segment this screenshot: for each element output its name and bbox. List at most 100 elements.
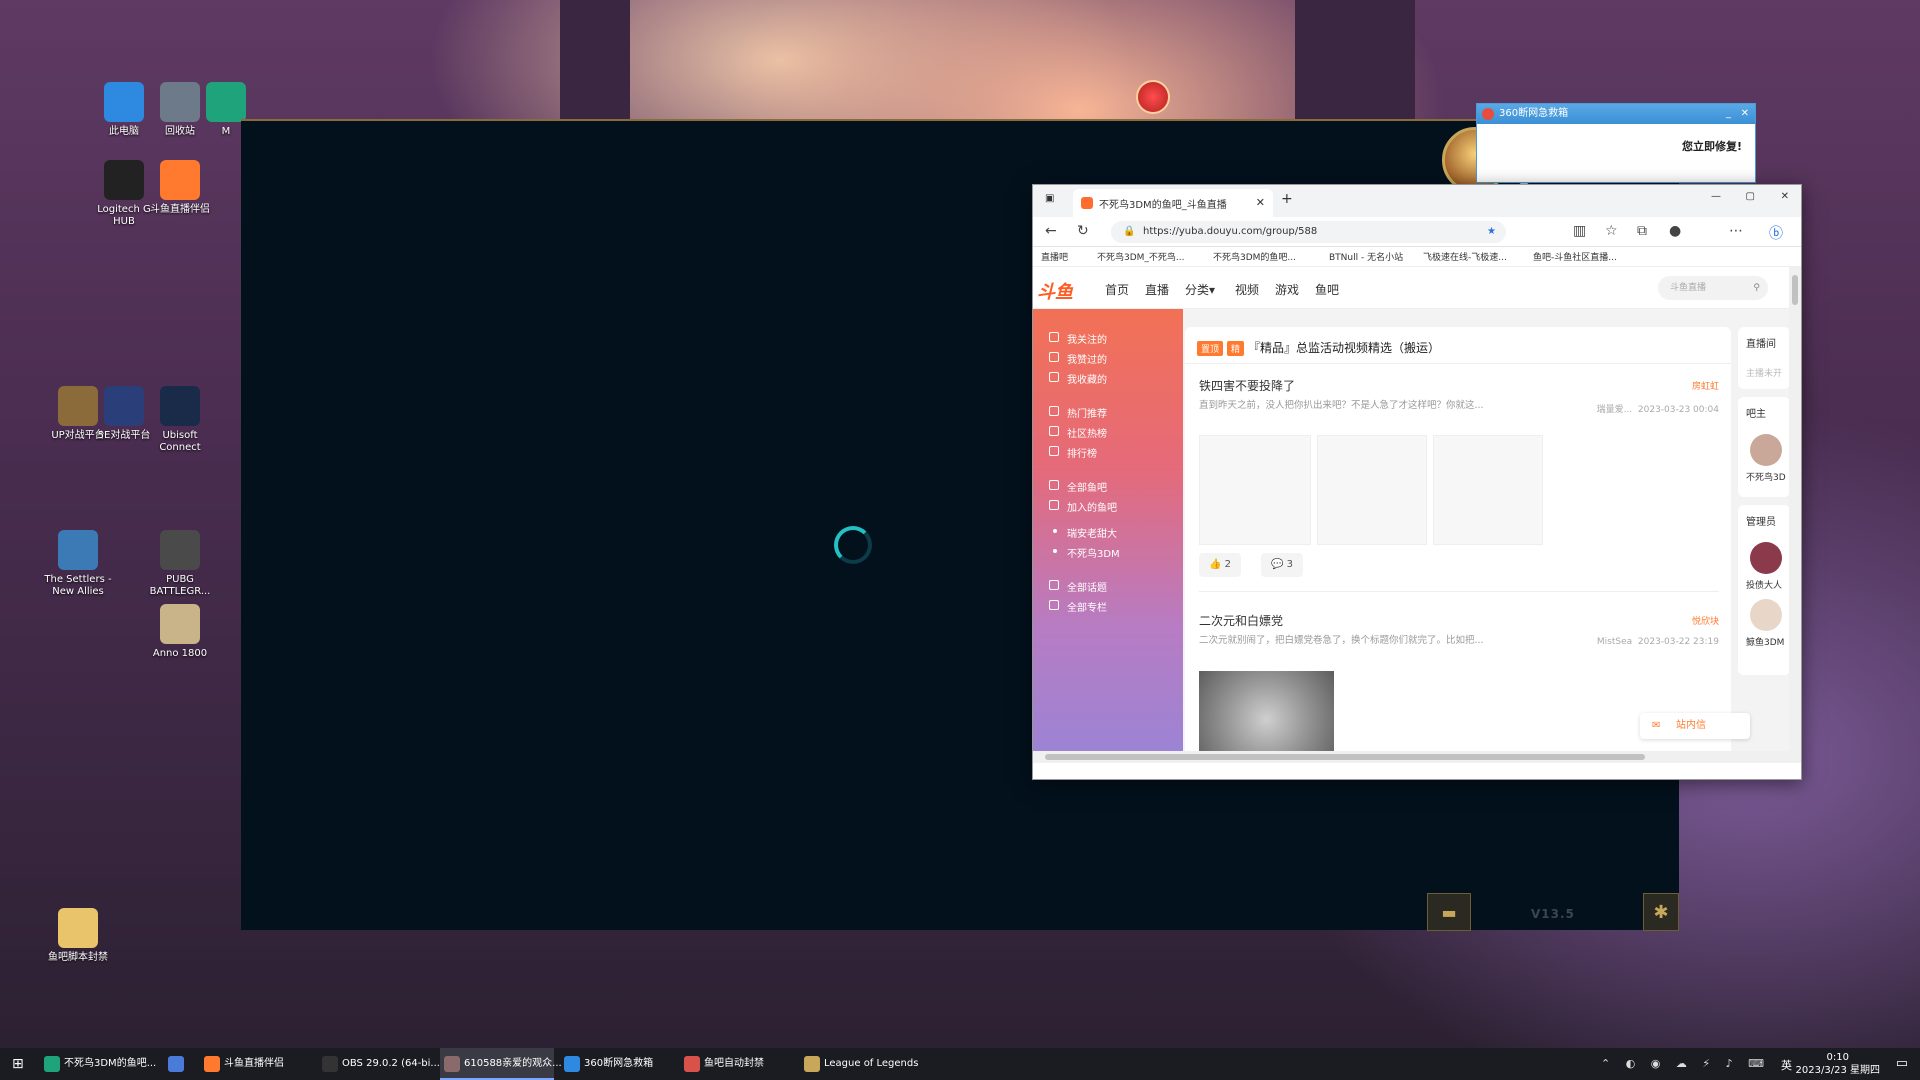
site-message-button[interactable]: ✉ 站内信 [1640,713,1750,739]
nav-game[interactable]: 游戏 [1275,281,1299,298]
admin-name[interactable]: 鲸鱼3DM [1746,635,1789,648]
avatar[interactable] [1750,599,1782,631]
popup-360-minimize-button[interactable]: _ [1726,104,1731,124]
avatar[interactable] [1750,434,1782,466]
system-tray[interactable]: ⌃ ◐ ◉ ☁ ⚡ ♪ ⌨ [1601,1057,1770,1070]
tab-title: 不死鸟3DM的鱼吧_斗鱼直播 [1099,200,1227,211]
nav-category[interactable]: 分类▾ [1185,281,1215,298]
taskbar-app[interactable]: OBS 29.0.2 (64-bi... [318,1048,440,1080]
vertical-scrollbar[interactable] [1789,267,1801,763]
notification-icon[interactable]: ▭ [1896,1056,1908,1071]
nav-live[interactable]: 直播 [1145,281,1169,298]
window-maximize-button[interactable]: ▢ [1746,191,1755,202]
nav-home[interactable]: 首页 [1105,281,1129,298]
tab-actions-icon[interactable]: ▣ [1045,193,1054,204]
post-photo[interactable] [1199,671,1334,759]
browser-tab[interactable]: 不死鸟3DM的鱼吧_斗鱼直播 ✕ [1073,189,1273,217]
clock[interactable]: 0:10 2023/3/23 星期四 [1796,1051,1880,1077]
sidebar-item[interactable]: 排行榜 [1067,445,1097,460]
new-tab-button[interactable]: + [1281,191,1293,207]
post-author[interactable]: 悦欣块 [1597,614,1719,627]
scroll-thumb[interactable] [1792,275,1798,305]
desktop-icon[interactable]: PUBG BATTLEGR... [144,530,216,598]
taskbar-app[interactable]: 不死鸟3DM的鱼吧... [40,1048,156,1080]
desktop-icon-label: Anno 1800 [152,648,208,659]
taskbar-app[interactable]: League of Legends [800,1048,930,1080]
post-title[interactable]: 铁四害不要投降了 [1199,377,1295,394]
sidebar-item[interactable]: 加入的鱼吧 [1067,499,1117,514]
desktop-icon[interactable]: 鱼吧脚本封禁 [42,908,114,964]
window-minimize-button[interactable]: — [1711,191,1721,202]
clock-time: 0:10 [1826,1052,1849,1063]
pinned-title: 『精品』总监活动视频精选（搬运） [1248,341,1441,355]
sidebar-item[interactable]: 我赞过的 [1067,351,1107,366]
post-image[interactable] [1317,435,1427,545]
sidebar-item[interactable]: 热门推荐 [1067,405,1107,420]
sidebar-item[interactable]: 不死鸟3DM [1067,545,1120,560]
sidebar-icon [1049,500,1059,510]
sidebar-item[interactable]: 全部专栏 [1067,599,1107,614]
ubisoft-icon [160,386,200,426]
sidebar-item[interactable]: 全部鱼吧 [1067,479,1107,494]
popup-360-window: 360断网急救箱 _ ✕ 您立即修复! [1476,103,1756,183]
post-title[interactable]: 二次元和白嫖党 [1199,612,1283,629]
douyu-logo[interactable]: 斗鱼 [1037,278,1073,304]
nav-video[interactable]: 视频 [1235,281,1259,298]
bookmark-item[interactable]: 不死鸟3DM的鱼吧... [1213,250,1296,263]
post-image[interactable] [1199,435,1311,545]
owner-name[interactable]: 不死鸟3D [1746,470,1789,483]
site-search-input[interactable]: 斗鱼直播 ⚲ [1658,276,1768,300]
sidebar-item[interactable]: 瑞安老甜大 [1067,525,1117,540]
floating-app-icon[interactable] [1136,80,1170,114]
bookmark-item[interactable]: BTNull - 无名小站 [1329,250,1403,263]
scroll-thumb[interactable] [1045,754,1645,760]
horizontal-scrollbar[interactable] [1033,751,1789,763]
back-icon[interactable]: ← [1045,223,1057,239]
desktop-icon[interactable]: Ubisoft Connect [144,386,216,454]
profile-icon[interactable]: ● [1669,223,1681,239]
taskbar-app[interactable]: 360断网急救箱 [560,1048,674,1080]
ime-indicator[interactable]: 英 [1781,1057,1792,1073]
collections-icon[interactable]: ⧉ [1637,223,1647,239]
more-menu-icon[interactable]: ⋯ [1729,223,1743,239]
search-icon[interactable]: ⚲ [1753,276,1760,300]
favorites-icon[interactable]: ☆ [1605,223,1618,239]
taskbar-app[interactable]: 610588亲爱的观众... [440,1048,562,1080]
bug-report-icon[interactable]: ✱ [1643,893,1679,931]
post-author[interactable]: 房虹虹 [1597,379,1719,392]
post-image[interactable] [1433,435,1543,545]
bing-chat-icon[interactable]: ⓑ [1769,223,1783,243]
sidebar-item[interactable]: 社区热榜 [1067,425,1107,440]
chat-icon[interactable]: ▬ [1427,893,1471,931]
address-bar[interactable]: 🔒 https://yuba.douyu.com/group/588 ★ [1111,221,1506,243]
refresh-icon[interactable]: ↻ [1077,223,1089,239]
start-button[interactable]: ⊞ [12,1056,24,1072]
sidebar-icon [1049,352,1059,362]
sidebar-item[interactable]: 我关注的 [1067,331,1107,346]
taskbar-app[interactable] [164,1048,194,1080]
bookmark-item[interactable]: 直播吧 [1041,250,1068,263]
desktop-icon[interactable]: Anno 1800 [144,604,216,660]
comment-button[interactable]: 💬 3 [1261,553,1304,577]
tab-close-icon[interactable]: ✕ [1256,196,1265,209]
live-room-box: 直播间 主播未开 [1738,327,1789,389]
like-button[interactable]: 👍 2 [1199,553,1242,577]
pinned-post[interactable]: 置顶精『精品』总监活动视频精选（搬运） [1197,339,1440,356]
window-close-button[interactable]: ✕ [1781,191,1789,202]
avatar[interactable] [1750,542,1782,574]
taskbar-app[interactable]: 斗鱼直播伴侣 [200,1048,312,1080]
popup-360-close-button[interactable]: ✕ [1741,104,1749,124]
admin-name[interactable]: 投债大人 [1746,578,1789,591]
nav-yuba[interactable]: 鱼吧 [1315,281,1339,298]
bookmark-item[interactable]: 不死鸟3DM_不死鸟... [1097,250,1185,263]
favorite-star-icon[interactable]: ★ [1487,221,1496,243]
sidebar-item[interactable]: 我收藏的 [1067,371,1107,386]
taskbar-app[interactable]: 鱼吧自动封禁 [680,1048,794,1080]
sidebar-item[interactable]: 全部话题 [1067,579,1107,594]
bookmark-item[interactable]: 飞极速在线-飞极速... [1423,250,1507,263]
bookmark-item[interactable]: 鱼吧-斗鱼社区直播... [1533,250,1617,263]
site-header: 斗鱼 首页 直播 分类▾ 视频 游戏 鱼吧 斗鱼直播 ⚲ [1033,267,1789,309]
desktop-icon[interactable]: The Settlers - New Allies [42,530,114,598]
desktop-icon[interactable]: 斗鱼直播伴侣 [144,160,216,216]
split-screen-icon[interactable]: ▥ [1573,223,1586,239]
